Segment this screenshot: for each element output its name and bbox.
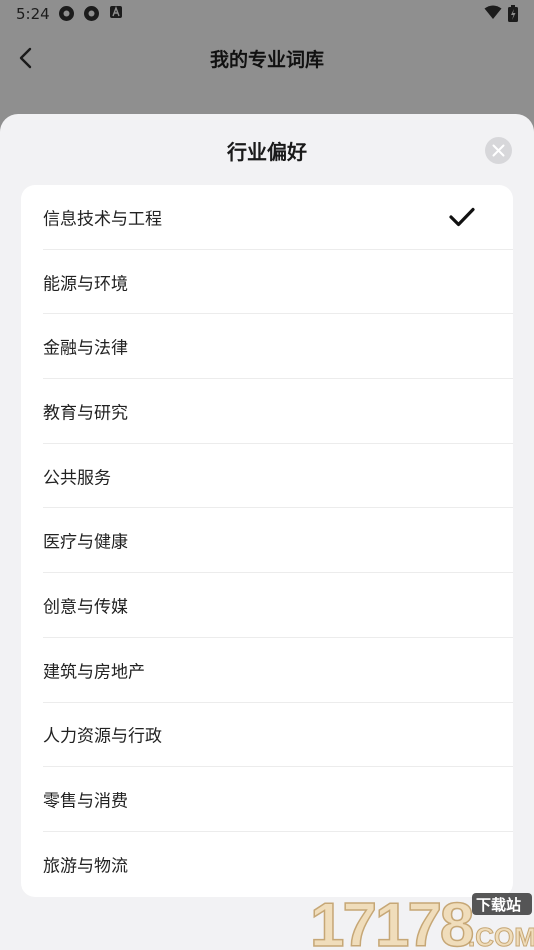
list-item[interactable]: 教育与研究: [43, 379, 513, 444]
check-icon: [449, 207, 475, 226]
list-item[interactable]: 金融与法律: [43, 314, 513, 380]
list-item-label: 人力资源与行政: [43, 726, 162, 747]
page-title: 我的专业词库: [209, 49, 324, 71]
list-item[interactable]: 人力资源与行政: [43, 703, 513, 768]
industry-preference-sheet: 行业偏好 信息技术与工程 能源与环境 金融与法律 教育与研究 公共服务 医疗与健…: [0, 114, 534, 950]
app-notification-icon: [59, 6, 74, 21]
list-item-label: 金融与法律: [43, 338, 128, 359]
close-button[interactable]: [485, 137, 512, 164]
status-bar: 5:24: [0, 0, 534, 28]
list-item[interactable]: 创意与传媒: [43, 573, 513, 638]
battery-icon: [508, 5, 518, 22]
list-item-label: 创意与传媒: [43, 597, 128, 618]
watermark-logo: 17178 下载站 .COM: [309, 890, 534, 950]
list-item-label: 能源与环境: [43, 274, 128, 295]
list-item-label: 旅游与物流: [43, 856, 128, 877]
watermark-number: 17178: [310, 891, 473, 950]
list-item[interactable]: 公共服务: [43, 444, 513, 509]
list-item-label: 医疗与健康: [43, 532, 128, 553]
top-app-bar: 我的专业词库: [0, 28, 534, 90]
watermark-tag: 下载站: [476, 896, 521, 914]
list-item-label: 建筑与房地产: [43, 662, 145, 683]
list-item[interactable]: 建筑与房地产: [43, 638, 513, 703]
list-item[interactable]: 能源与环境: [43, 250, 513, 315]
industry-list: 信息技术与工程 能源与环境 金融与法律 教育与研究 公共服务 医疗与健康 创意与…: [21, 185, 513, 897]
sheet-title: 行业偏好: [227, 140, 307, 164]
app-notification-icon-2: [84, 6, 99, 21]
watermark-domain: .COM: [468, 922, 534, 950]
a-badge-icon: [110, 6, 122, 18]
list-item[interactable]: 旅游与物流: [43, 832, 513, 897]
list-item-label: 信息技术与工程: [43, 209, 162, 230]
list-item[interactable]: 医疗与健康: [43, 508, 513, 574]
status-time: 5:24: [16, 5, 50, 23]
wifi-icon: [484, 5, 502, 19]
close-icon: [492, 144, 505, 157]
list-item-label: 零售与消费: [43, 791, 128, 812]
list-item[interactable]: 信息技术与工程: [43, 185, 513, 250]
list-item[interactable]: 零售与消费: [43, 767, 513, 832]
list-item-label: 公共服务: [43, 468, 111, 489]
list-item-label: 教育与研究: [43, 403, 128, 424]
